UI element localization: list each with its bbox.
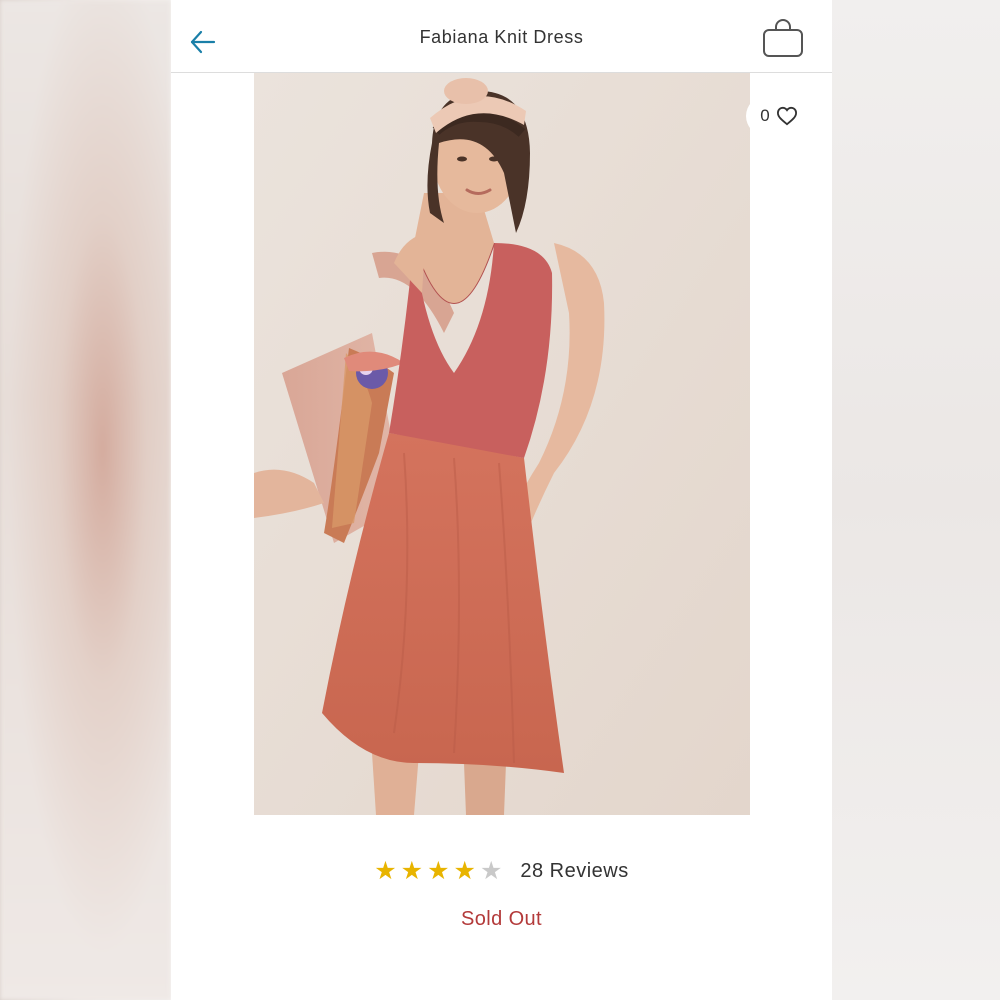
product-image[interactable] xyxy=(254,73,750,815)
star-filled-icon: ★ xyxy=(453,857,476,885)
stock-status: Sold Out xyxy=(460,908,543,930)
top-bar: Fabiana Knit Dress xyxy=(171,0,832,73)
background-blur-left xyxy=(0,0,171,1000)
app-screen: Fabiana Knit Dress 0 ★ ★ ★ ★ ★ 28 Review… xyxy=(171,0,832,1000)
shopping-bag-icon xyxy=(763,19,803,57)
favorite-count: 0 xyxy=(760,106,770,125)
star-filled-icon: ★ xyxy=(374,857,397,885)
star-rating: ★ ★ ★ ★ ★ xyxy=(374,856,502,886)
star-filled-icon: ★ xyxy=(427,857,450,885)
background-blur-right xyxy=(832,0,1000,1000)
heart-outline-icon xyxy=(776,106,797,126)
star-filled-icon: ★ xyxy=(400,857,424,885)
star-empty-icon: ★ xyxy=(479,857,503,885)
model-photo-illustration xyxy=(254,73,750,815)
page-title: Fabiana Knit Dress xyxy=(419,27,584,47)
reviews-link[interactable]: 28 Reviews xyxy=(520,860,628,883)
rating-row: ★ ★ ★ ★ ★ 28 Reviews xyxy=(171,856,832,886)
shopping-bag-button[interactable] xyxy=(761,18,805,60)
favorite-button[interactable]: 0 xyxy=(746,96,812,136)
